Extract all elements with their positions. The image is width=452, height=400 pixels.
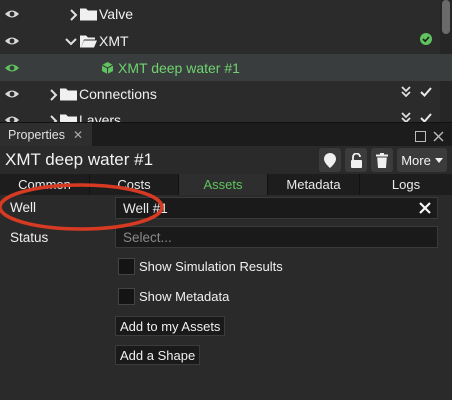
panel-tab-bar: Properties ✕ — [0, 122, 452, 147]
map-pin-icon — [324, 152, 336, 168]
folder-icon — [60, 87, 77, 100]
status-select[interactable]: Select... — [115, 226, 438, 248]
show-metadata-label: Show Metadata — [139, 289, 230, 304]
chevron-right-icon[interactable] — [48, 88, 58, 101]
properties-subtabs: Common Costs Assets Metadata Logs — [0, 174, 452, 195]
checkmark-icon[interactable] — [420, 85, 432, 103]
double-chevron-down-icon[interactable] — [401, 111, 411, 122]
folder-open-icon — [80, 34, 97, 47]
scene-tree: Valve XMT XMT deep water #1 Connections … — [0, 0, 452, 122]
show-simulation-results-checkbox[interactable] — [118, 258, 135, 275]
close-panel-icon[interactable] — [433, 129, 444, 142]
more-button-label: More — [401, 152, 431, 168]
location-button[interactable] — [319, 148, 341, 172]
tree-label-connections: Connections — [79, 85, 157, 102]
tree-label-xmt: XMT — [99, 32, 129, 49]
trash-icon — [376, 152, 388, 168]
tab-logs[interactable]: Logs — [360, 174, 452, 195]
well-value: Well #1 — [123, 200, 168, 216]
tree-row-xmt[interactable]: XMT — [0, 27, 452, 54]
folder-icon — [80, 7, 97, 20]
tree-row-layers[interactable]: Layers — [0, 106, 452, 122]
eye-icon[interactable] — [4, 88, 20, 100]
tab-metadata[interactable]: Metadata — [268, 174, 360, 195]
chevron-down-icon[interactable] — [65, 35, 77, 47]
page-title: XMT deep water #1 — [5, 150, 154, 169]
tree-row-connections[interactable]: Connections — [0, 80, 452, 107]
eye-icon[interactable] — [4, 8, 20, 20]
tab-costs[interactable]: Costs — [90, 174, 179, 195]
show-simulation-results-row[interactable]: Show Simulation Results — [118, 258, 283, 275]
add-a-shape-button[interactable]: Add a Shape — [115, 345, 201, 365]
double-chevron-down-icon[interactable] — [401, 85, 411, 103]
tree-row-xmt-deep-water[interactable]: XMT deep water #1 — [0, 54, 452, 81]
assets-form: Well Well #1 Status Select... Show Simul… — [0, 195, 452, 400]
tree-label-layers: Layers — [79, 111, 122, 123]
folder-icon — [60, 113, 77, 122]
show-simulation-results-label: Show Simulation Results — [139, 259, 283, 274]
tab-assets[interactable]: Assets — [179, 174, 268, 195]
tab-common[interactable]: Common — [0, 174, 90, 195]
show-metadata-checkbox[interactable] — [118, 288, 135, 305]
close-tab-icon[interactable]: ✕ — [73, 128, 83, 142]
unlock-icon — [350, 152, 363, 168]
checkmark-icon[interactable] — [420, 111, 432, 122]
well-label: Well — [10, 200, 37, 215]
add-to-my-assets-button[interactable]: Add to my Assets — [115, 316, 226, 336]
eye-icon[interactable] — [4, 62, 20, 74]
tree-row-valve[interactable]: Valve — [0, 0, 452, 27]
tree-label-valve: Valve — [99, 5, 133, 22]
well-field[interactable]: Well #1 — [115, 197, 438, 219]
tab-properties-label: Properties — [8, 128, 65, 142]
chevron-right-icon[interactable] — [68, 8, 78, 21]
lock-button[interactable] — [345, 148, 367, 172]
properties-header: XMT deep water #1 More — [0, 146, 452, 174]
eye-icon[interactable] — [4, 35, 20, 47]
chevron-right-icon[interactable] — [48, 114, 58, 122]
status-placeholder: Select... — [123, 229, 172, 245]
tree-label-xmt-deep-water: XMT deep water #1 — [118, 59, 240, 76]
clear-icon[interactable] — [417, 200, 433, 216]
more-button[interactable]: More — [397, 148, 447, 172]
status-label: Status — [10, 230, 49, 245]
cube-icon — [101, 61, 114, 74]
show-metadata-row[interactable]: Show Metadata — [118, 288, 229, 305]
maximize-icon[interactable] — [415, 129, 426, 142]
delete-button[interactable] — [371, 148, 393, 172]
caret-down-icon — [434, 157, 443, 163]
tab-properties[interactable]: Properties ✕ — [0, 123, 92, 147]
eye-icon[interactable] — [4, 114, 20, 122]
check-circle-icon — [420, 32, 432, 50]
